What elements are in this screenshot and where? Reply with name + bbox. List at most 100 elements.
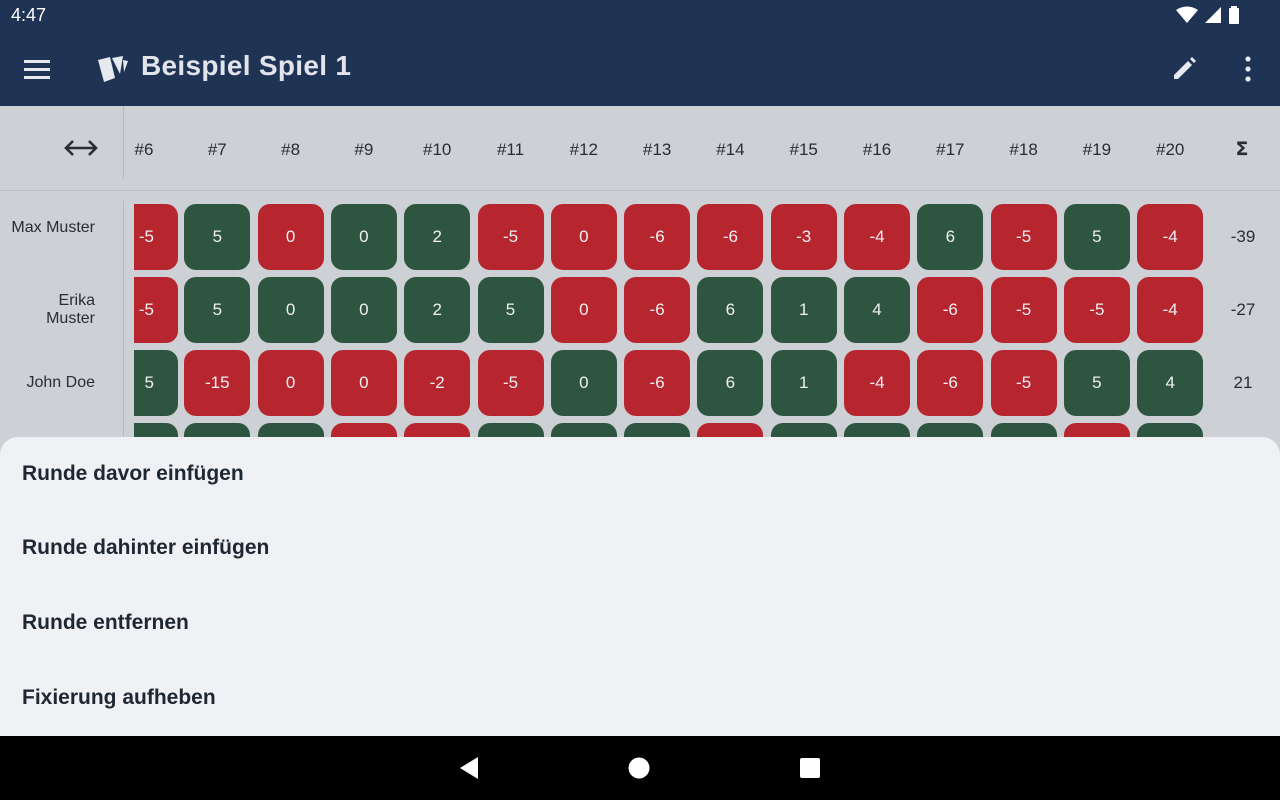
round-header[interactable]: #12 xyxy=(554,140,614,160)
insert-round-before-item[interactable]: Runde davor einfügen xyxy=(0,444,1280,504)
score-cell[interactable]: -5 xyxy=(990,204,1057,270)
round-header[interactable]: #19 xyxy=(1067,140,1127,160)
score-cell[interactable]: -5 xyxy=(990,350,1057,416)
score-cell[interactable]: 2 xyxy=(404,277,471,343)
score-cell[interactable]: 5 xyxy=(184,204,251,270)
score-cell[interactable]: -4 xyxy=(844,350,910,416)
round-header[interactable]: #14 xyxy=(700,140,760,160)
score-cell[interactable]: -6 xyxy=(917,277,984,343)
hamburger-icon xyxy=(24,60,50,79)
app-bar: Beispiel Spiel 1 xyxy=(0,32,1280,106)
score-cell[interactable]: 0 xyxy=(330,277,397,343)
more-options-button[interactable] xyxy=(1228,49,1268,89)
edit-button[interactable] xyxy=(1164,49,1204,89)
swap-horizontal-icon[interactable] xyxy=(62,134,100,162)
player-name[interactable]: John Doe xyxy=(10,374,96,392)
pencil-icon xyxy=(1174,57,1196,79)
score-cell[interactable]: -4 xyxy=(1137,204,1204,270)
menu-button[interactable] xyxy=(17,49,57,89)
player-name[interactable]: Max Muster xyxy=(10,219,95,237)
score-cell[interactable]: -6 xyxy=(624,350,691,416)
score-cell[interactable]: -5 xyxy=(134,204,178,270)
score-cell[interactable]: 5 xyxy=(134,350,178,416)
round-header[interactable]: #9 xyxy=(334,140,394,160)
score-cell[interactable]: 0 xyxy=(257,277,324,343)
row-sum: -39 xyxy=(1230,227,1256,246)
sheet-item-label: Runde entfernen xyxy=(22,611,189,634)
remove-round-item[interactable]: Runde entfernen xyxy=(0,593,1280,653)
recents-button[interactable] xyxy=(796,754,824,782)
back-button[interactable] xyxy=(455,754,483,782)
score-cell[interactable]: 2 xyxy=(404,204,471,270)
score-cell[interactable]: -5 xyxy=(990,277,1057,343)
round-header[interactable]: #13 xyxy=(627,140,687,160)
score-cell[interactable]: -15 xyxy=(184,350,251,416)
score-cell[interactable]: -2 xyxy=(404,350,471,416)
round-header[interactable]: #16 xyxy=(847,140,907,160)
score-cell[interactable]: -6 xyxy=(624,277,691,343)
back-triangle-icon xyxy=(460,757,478,779)
score-cell[interactable]: 0 xyxy=(550,277,617,343)
sheet-item-label: Runde davor einfügen xyxy=(22,462,244,485)
score-cell[interactable]: 0 xyxy=(330,204,397,270)
score-table: Max Muster Erika Muster John Doe -5 5 0 0 2 -5 0… xyxy=(0,191,1280,441)
score-cell[interactable]: -5 xyxy=(134,277,178,343)
score-cell[interactable]: 6 xyxy=(697,350,764,416)
score-cell[interactable]: 0 xyxy=(257,204,324,270)
row-sum: 21 xyxy=(1233,373,1253,392)
navigation-bar xyxy=(0,736,1280,800)
score-cell[interactable]: -6 xyxy=(697,204,764,270)
score-cell[interactable]: -3 xyxy=(770,204,837,270)
more-vert-icon xyxy=(1245,56,1251,82)
score-cell[interactable]: 5 xyxy=(477,277,544,343)
sheet-item-label: Runde dahinter einfügen xyxy=(22,536,270,559)
sheet-item-label: Fixierung aufheben xyxy=(22,686,216,709)
round-header[interactable]: #15 xyxy=(774,140,834,160)
score-cell[interactable]: -5 xyxy=(477,204,544,270)
home-circle-icon xyxy=(628,757,650,779)
round-header[interactable]: #10 xyxy=(407,140,467,160)
score-cell[interactable]: 0 xyxy=(257,350,324,416)
page-title: Beispiel Spiel 1 xyxy=(141,50,352,81)
score-cell[interactable]: 1 xyxy=(770,350,837,416)
recents-square-icon xyxy=(800,758,820,778)
score-cell[interactable]: 6 xyxy=(697,277,764,343)
score-cell[interactable]: 4 xyxy=(1137,350,1204,416)
score-cell[interactable]: -4 xyxy=(844,204,910,270)
wifi-icon xyxy=(1176,6,1198,23)
score-cells: -5 5 0 0 2 -5 0 -6 -6 -3 -4 6 -5 5 -4 -5 5 0 0 2 5 0 -6 6 1 4 -6 -5… xyxy=(134,191,1214,441)
score-cell[interactable]: -6 xyxy=(917,350,984,416)
status-icons xyxy=(1176,6,1240,24)
score-cell[interactable]: 5 xyxy=(1063,204,1130,270)
insert-round-after-item[interactable]: Runde dahinter einfügen xyxy=(0,518,1280,578)
unpin-item[interactable]: Fixierung aufheben xyxy=(0,668,1280,728)
round-header[interactable]: #6 xyxy=(114,140,174,160)
score-cell[interactable]: 0 xyxy=(330,350,397,416)
round-header[interactable]: #8 xyxy=(261,140,321,160)
player-name[interactable]: Erika Muster xyxy=(10,292,95,328)
round-header[interactable]: #11 xyxy=(481,140,541,160)
score-cell[interactable]: 0 xyxy=(550,204,617,270)
round-header[interactable]: #18 xyxy=(994,140,1054,160)
round-header[interactable]: #20 xyxy=(1140,140,1200,160)
score-cell[interactable]: 5 xyxy=(1063,350,1130,416)
battery-icon xyxy=(1229,6,1239,24)
score-cell[interactable]: 6 xyxy=(917,204,984,270)
score-cell[interactable]: 0 xyxy=(550,350,617,416)
status-time: 4:47 xyxy=(11,5,47,25)
score-cell[interactable]: -4 xyxy=(1137,277,1204,343)
score-cell[interactable]: -5 xyxy=(477,350,544,416)
column-divider xyxy=(123,201,124,441)
score-cell[interactable]: 4 xyxy=(844,277,910,343)
score-cell[interactable]: 1 xyxy=(770,277,837,343)
home-button[interactable] xyxy=(625,754,653,782)
score-cell[interactable]: -5 xyxy=(1063,277,1130,343)
score-cell[interactable]: -6 xyxy=(624,204,691,270)
cards-icon xyxy=(98,56,128,82)
signal-icon xyxy=(1205,7,1221,23)
table-header: #6 #7 #8 #9 #10 #11 #12 #13 #14 #15 #16 #17 #18 #19 #2… xyxy=(0,106,1280,191)
score-cell[interactable]: 5 xyxy=(184,277,251,343)
round-header[interactable]: #17 xyxy=(920,140,980,160)
round-header[interactable]: #7 xyxy=(187,140,247,160)
status-bar: 4:47 xyxy=(0,0,1280,32)
